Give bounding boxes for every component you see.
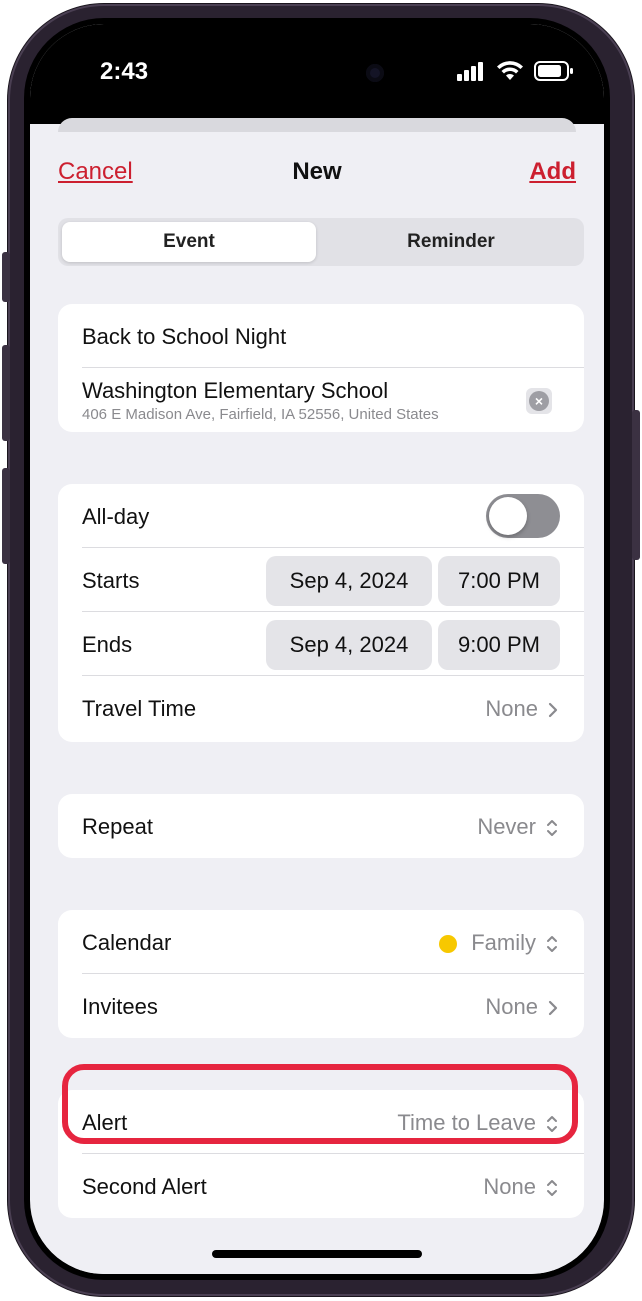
- second-alert-label: Second Alert: [82, 1174, 207, 1199]
- clear-location-button[interactable]: ×: [526, 388, 552, 414]
- location-name: Washington Elementary School: [82, 378, 389, 403]
- invitees-value: None: [485, 994, 538, 1019]
- second-alert-row[interactable]: Second Alert None: [58, 1154, 584, 1218]
- repeat-label: Repeat: [82, 814, 153, 839]
- wifi-icon: [496, 61, 523, 80]
- calendar-row[interactable]: Calendar Family: [58, 910, 584, 974]
- ends-date-button[interactable]: Sep 4, 2024: [266, 620, 432, 670]
- calendar-value-wrap: Family: [439, 930, 558, 956]
- dynamic-island: [240, 48, 408, 98]
- toggle-knob: [489, 497, 527, 535]
- location-field[interactable]: Washington Elementary School 406 E Madis…: [58, 368, 584, 432]
- allday-row: All-day: [58, 484, 584, 548]
- chevron-right-icon: [548, 1001, 558, 1016]
- tab-event[interactable]: Event: [62, 222, 316, 262]
- add-button[interactable]: Add: [529, 158, 576, 186]
- cancel-button[interactable]: Cancel: [58, 158, 133, 186]
- repeat-value: Never: [477, 814, 536, 839]
- battery-icon: [534, 61, 573, 81]
- status-icons: [451, 60, 574, 84]
- repeat-value-wrap: Never: [477, 814, 558, 840]
- starts-row: Starts Sep 4, 2024 7:00 PM: [58, 548, 584, 612]
- action-button: [2, 252, 10, 302]
- volume-up-button: [2, 345, 10, 441]
- tab-reminder[interactable]: Reminder: [320, 222, 582, 262]
- travel-time-value-wrap: None: [485, 696, 558, 722]
- chevron-up-down-icon: [547, 820, 557, 837]
- chevron-right-icon: [548, 703, 558, 718]
- cellular-signal-icon: [457, 62, 484, 81]
- chevron-up-down-icon: [547, 936, 557, 953]
- location-address: 406 E Madison Ave, Fairfield, IA 52556, …: [82, 406, 439, 423]
- starts-date-button[interactable]: Sep 4, 2024: [266, 556, 432, 606]
- status-time: 2:43: [100, 58, 149, 85]
- camera-icon: [366, 64, 384, 82]
- allday-label: All-day: [82, 504, 150, 529]
- event-title-text: Back to School Night: [82, 324, 287, 349]
- invitees-value-wrap: None: [485, 994, 558, 1020]
- alert-highlight-annotation: [62, 1064, 578, 1144]
- power-button: [632, 410, 640, 560]
- repeat-row[interactable]: Repeat Never: [58, 794, 584, 858]
- timing-group: All-day Starts Sep 4, 2024 7:00 PM Ends …: [58, 484, 584, 742]
- home-indicator[interactable]: [212, 1250, 422, 1258]
- repeat-group: Repeat Never: [58, 794, 584, 858]
- ends-row: Ends Sep 4, 2024 9:00 PM: [58, 612, 584, 676]
- travel-time-label: Travel Time: [82, 696, 197, 721]
- calendar-group: Calendar Family Invitees None: [58, 910, 584, 1038]
- clear-icon: ×: [529, 391, 549, 411]
- calendar-label: Calendar: [82, 930, 172, 955]
- invitees-label: Invitees: [82, 994, 158, 1019]
- second-alert-value: None: [483, 1174, 536, 1199]
- ends-label: Ends: [82, 632, 133, 657]
- second-alert-value-wrap: None: [483, 1174, 558, 1200]
- calendar-value: Family: [471, 930, 536, 955]
- invitees-row[interactable]: Invitees None: [58, 974, 584, 1038]
- calendar-color-dot: [439, 935, 458, 954]
- starts-time-button[interactable]: 7:00 PM: [438, 556, 560, 606]
- travel-time-value: None: [485, 696, 538, 721]
- volume-down-button: [2, 468, 10, 564]
- chevron-up-down-icon: [547, 1180, 557, 1197]
- ends-time-button[interactable]: 9:00 PM: [438, 620, 560, 670]
- title-location-group: Back to School Night Washington Elementa…: [58, 304, 584, 432]
- travel-time-row[interactable]: Travel Time None: [58, 676, 584, 740]
- starts-label: Starts: [82, 568, 140, 593]
- allday-toggle[interactable]: [486, 494, 560, 538]
- event-type-segmented-control: Event Reminder: [58, 218, 584, 266]
- title-field[interactable]: Back to School Night: [58, 304, 584, 368]
